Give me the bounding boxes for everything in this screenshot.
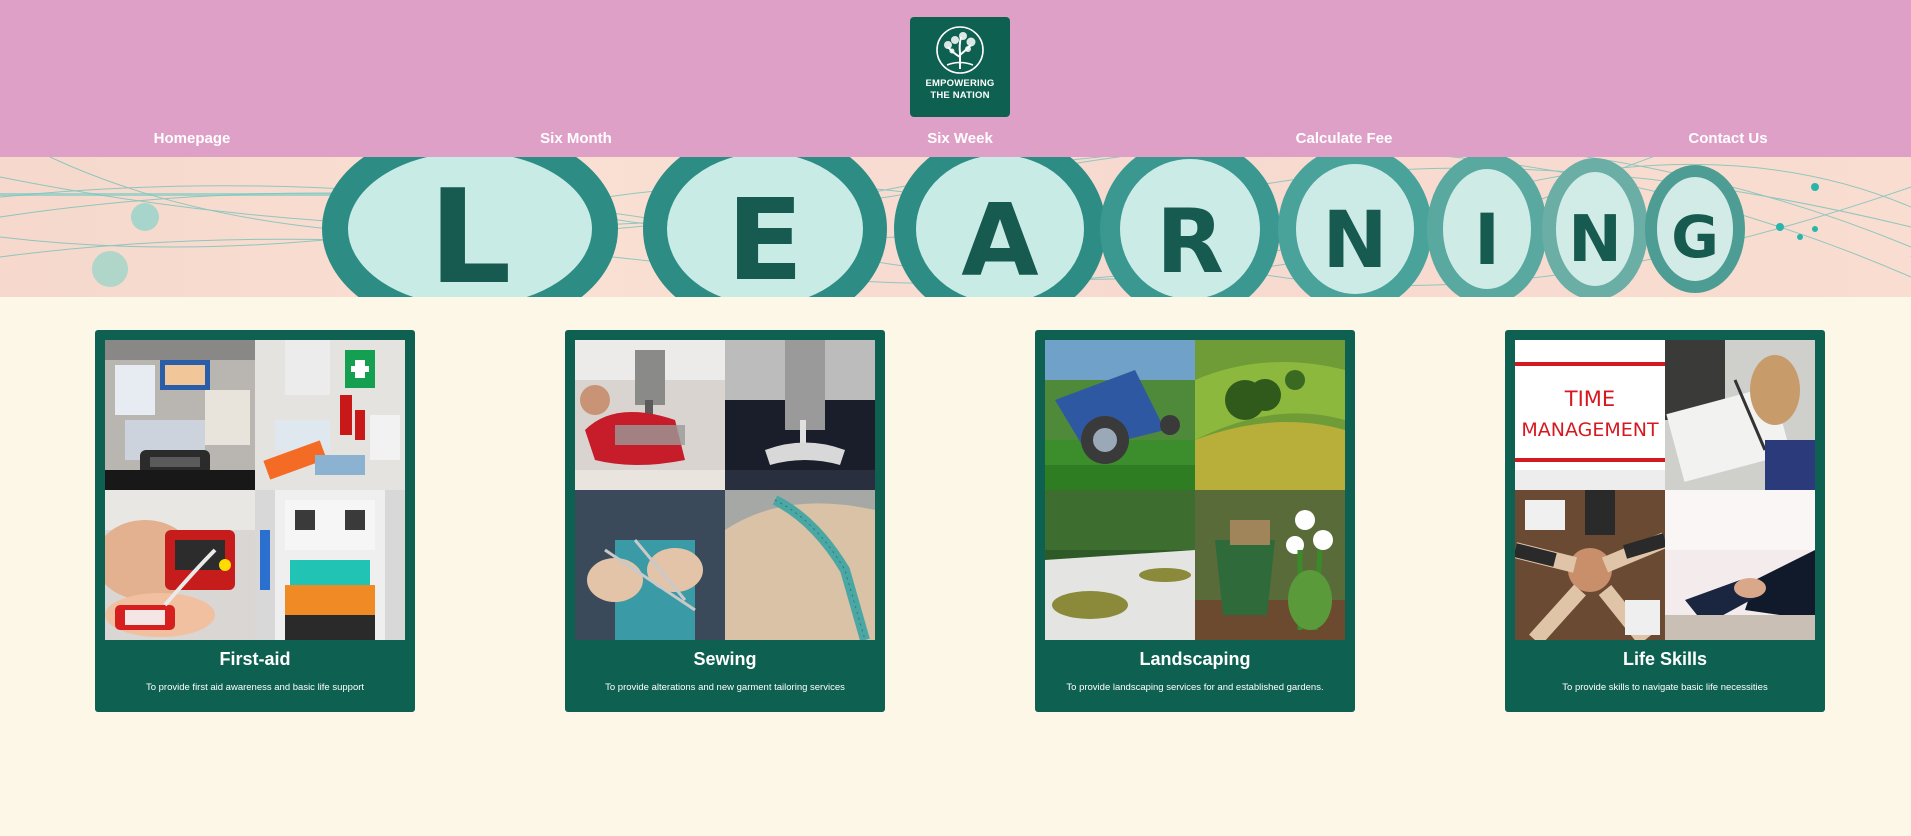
teamwork-hands-image	[1515, 490, 1665, 640]
card-title: Life Skills	[1622, 649, 1708, 669]
banner-letter: N	[1322, 196, 1387, 286]
learning-banner: L E A R N I N G	[0, 157, 1911, 297]
banner-letter: A	[961, 182, 1038, 297]
note-taking-image	[1665, 340, 1815, 490]
first-aid-kit-image	[105, 340, 255, 490]
sewing-machine-dark-image	[725, 340, 875, 490]
banner-letter: N	[1568, 203, 1622, 277]
nav-six-month[interactable]: Six Month	[540, 130, 612, 147]
card-title: First-aid	[219, 649, 291, 669]
learning-banner-image: L E A R N I N G	[0, 157, 1911, 297]
svg-text:TIME: TIME	[1564, 387, 1615, 411]
banner-letters: L E A R N I N G	[322, 157, 1745, 297]
card-description: To provide alterations and new garment t…	[605, 682, 845, 693]
banner-letter: L	[429, 161, 512, 297]
card-title: Landscaping	[1139, 649, 1251, 669]
green-hills-image	[1195, 340, 1345, 490]
nav-contact-us[interactable]: Contact Us	[1688, 130, 1767, 147]
bucket-tulips-image	[1195, 490, 1345, 640]
zen-garden-image	[1045, 490, 1195, 640]
card-landscaping[interactable]: Landscaping To provide landscaping servi…	[1035, 330, 1355, 712]
banner-letter: E	[727, 176, 804, 297]
ambulance-interior-image	[255, 490, 405, 640]
nav-homepage[interactable]: Homepage	[154, 130, 231, 147]
card-collage: TIME MANAGEMENT	[1515, 340, 1815, 640]
measuring-tape-image	[725, 490, 875, 640]
banner-letter: I	[1474, 199, 1500, 281]
tree-icon	[936, 26, 984, 74]
banner-letter: R	[1156, 190, 1224, 293]
course-cards: First-aid To provide first aid awareness…	[0, 330, 1911, 712]
card-collage	[575, 340, 875, 640]
sewing-machine-red-image	[575, 340, 725, 490]
lawn-mower-image	[1045, 340, 1195, 490]
nav-six-week[interactable]: Six Week	[927, 130, 993, 147]
card-collage	[1045, 340, 1345, 640]
card-sewing[interactable]: Sewing To provide alterations and new ga…	[565, 330, 885, 712]
cpr-mannequin-image	[105, 490, 255, 640]
logo[interactable]: EMPOWERING THE NATION	[910, 17, 1010, 117]
nav-calculate-fee[interactable]: Calculate Fee	[1296, 130, 1393, 147]
card-collage	[105, 340, 405, 640]
logo-line-1: EMPOWERING	[925, 78, 995, 89]
site-header: EMPOWERING THE NATION Homepage Six Month…	[0, 0, 1911, 157]
knitting-image	[575, 490, 725, 640]
card-title: Sewing	[693, 649, 757, 669]
card-life-skills[interactable]: TIME MANAGEMENT Life Skills To provide s…	[1505, 330, 1825, 712]
time-management-text: MANAGEMENT	[1521, 419, 1659, 441]
logo-text: EMPOWERING THE NATION	[925, 78, 994, 102]
main-nav: Homepage Six Month Six Week Calculate Fe…	[0, 130, 1911, 150]
card-description: To provide first aid awareness and basic…	[145, 682, 365, 693]
logo-line-2: THE NATION	[930, 90, 990, 101]
card-description: To provide landscaping services for and …	[1066, 682, 1324, 693]
card-description: To provide skills to navigate basic life…	[1562, 682, 1768, 693]
handshake-image	[1665, 490, 1815, 640]
card-first-aid[interactable]: First-aid To provide first aid awareness…	[95, 330, 415, 712]
banner-letter: G	[1671, 203, 1719, 271]
time-management-image: TIME MANAGEMENT	[1515, 340, 1665, 490]
medical-supplies-image	[255, 340, 405, 490]
